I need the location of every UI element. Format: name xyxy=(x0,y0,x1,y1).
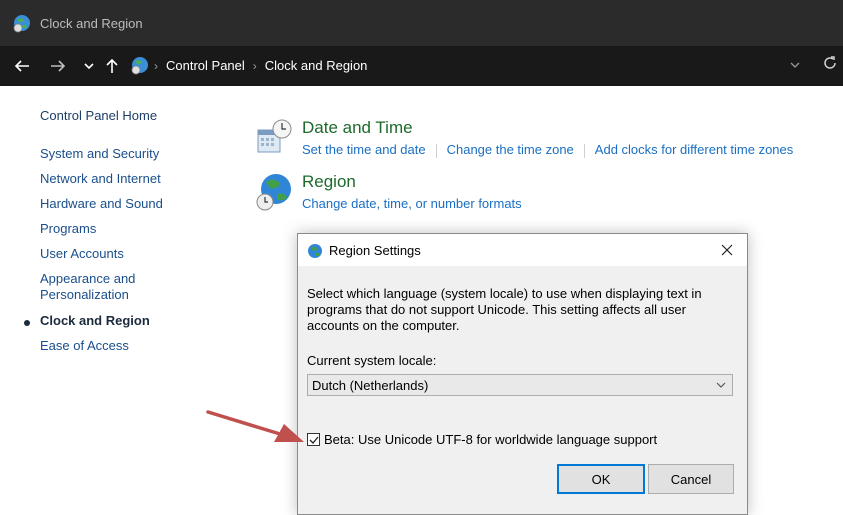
nav-appearance-and-personalization[interactable]: Appearance and Personalization xyxy=(40,271,180,303)
utf8-checkbox-row[interactable]: Beta: Use Unicode UTF-8 for worldwide la… xyxy=(307,432,657,447)
system-locale-value: Dutch (Netherlands) xyxy=(312,378,429,393)
date-and-time-icon xyxy=(257,119,292,153)
dialog-description: Select which language (system locale) to… xyxy=(307,286,702,333)
current-item-bullet-icon xyxy=(24,320,30,326)
dialog-title: Region Settings xyxy=(329,243,421,258)
cancel-button[interactable]: Cancel xyxy=(648,464,734,494)
window-title-bar: Clock and Region xyxy=(0,0,843,46)
annotation-arrow-icon xyxy=(206,410,304,442)
checkmark-icon xyxy=(309,436,318,444)
recent-locations-chevron-icon[interactable] xyxy=(84,56,94,76)
control-panel-icon xyxy=(131,57,148,75)
system-locale-dropdown[interactable]: Dutch (Netherlands) xyxy=(307,374,733,396)
breadcrumb: › Control Panel › Clock and Region xyxy=(152,58,367,73)
up-arrow-icon[interactable] xyxy=(106,56,118,76)
change-time-zone-link[interactable]: Change the time zone xyxy=(447,142,574,157)
back-arrow-icon[interactable] xyxy=(14,56,30,76)
region-title[interactable]: Region xyxy=(302,172,356,192)
breadcrumb-separator-icon: › xyxy=(252,58,257,73)
region-settings-dialog: Region Settings Select which language (s… xyxy=(297,233,748,515)
nav-hardware-and-sound[interactable]: Hardware and Sound xyxy=(40,196,163,212)
globe-clock-icon xyxy=(13,15,30,33)
nav-clock-and-region[interactable]: Clock and Region xyxy=(40,313,150,329)
breadcrumb-control-panel[interactable]: Control Panel xyxy=(166,58,245,73)
refresh-icon[interactable] xyxy=(823,55,837,76)
date-and-time-title[interactable]: Date and Time xyxy=(302,118,413,138)
region-links: Change date, time, or number formats xyxy=(302,196,522,211)
current-locale-label: Current system locale: xyxy=(307,353,437,368)
close-icon[interactable] xyxy=(717,240,737,260)
add-clocks-link[interactable]: Add clocks for different time zones xyxy=(595,142,793,157)
breadcrumb-separator-icon: › xyxy=(154,58,158,73)
nav-network-and-internet[interactable]: Network and Internet xyxy=(40,171,161,187)
chevron-down-icon xyxy=(716,378,726,393)
nav-programs[interactable]: Programs xyxy=(40,221,96,237)
set-time-and-date-link[interactable]: Set the time and date xyxy=(302,142,426,157)
region-globe-icon xyxy=(256,174,291,211)
globe-icon xyxy=(308,244,322,258)
date-and-time-links: Set the time and date Change the time zon… xyxy=(302,142,793,158)
link-separator xyxy=(583,143,585,158)
link-separator xyxy=(435,143,437,158)
change-formats-link[interactable]: Change date, time, or number formats xyxy=(302,196,522,211)
nav-ease-of-access[interactable]: Ease of Access xyxy=(40,338,129,354)
address-history-chevron-icon[interactable] xyxy=(790,58,800,72)
nav-system-and-security[interactable]: System and Security xyxy=(40,146,159,162)
window-title: Clock and Region xyxy=(40,16,143,31)
ok-button[interactable]: OK xyxy=(557,464,645,494)
forward-arrow-icon[interactable] xyxy=(50,56,66,76)
dialog-title-bar: Region Settings xyxy=(298,234,747,266)
control-panel-home-link[interactable]: Control Panel Home xyxy=(40,108,157,124)
utf8-checkbox-label[interactable]: Beta: Use Unicode UTF-8 for worldwide la… xyxy=(324,432,657,447)
address-bar: › Control Panel › Clock and Region xyxy=(0,46,843,86)
breadcrumb-clock-and-region[interactable]: Clock and Region xyxy=(265,58,368,73)
nav-user-accounts[interactable]: User Accounts xyxy=(40,246,124,262)
